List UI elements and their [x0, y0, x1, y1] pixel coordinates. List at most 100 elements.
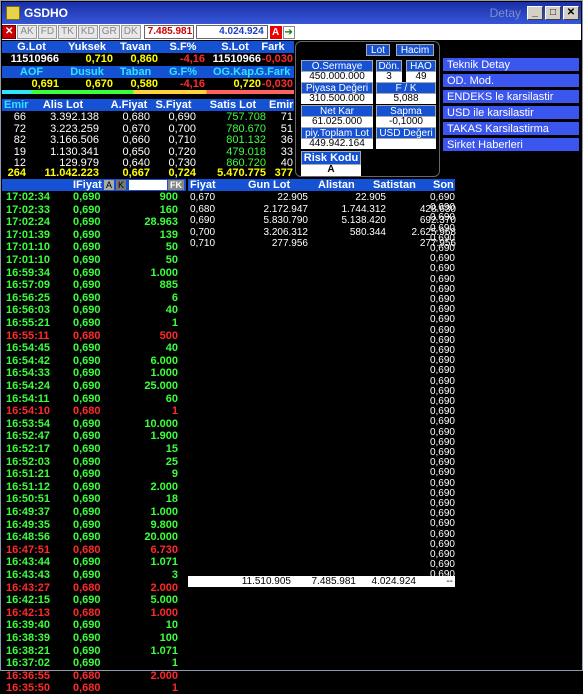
trade-row[interactable]: 16:54:24 0,690 25.000	[6, 381, 186, 392]
trade-row[interactable]: 16:38:21 0,690 1.071	[6, 645, 186, 657]
depth-col-2[interactable]: A.Fiyat	[108, 99, 150, 111]
depth-cell: 801.132	[226, 134, 266, 146]
trade-time: 17:01:39	[6, 228, 51, 241]
trade-row[interactable]: 16:42:13 0,680 1.000	[6, 606, 186, 619]
sort-k-button[interactable]: K	[116, 180, 126, 190]
trade-row[interactable]: 16:55:21 0,690 1	[6, 318, 186, 329]
trade-row[interactable]: 16:50:51 0,690 18	[6, 494, 186, 505]
trade-row[interactable]: 16:35:50 0,680 1	[6, 683, 186, 694]
close-icon[interactable]: ✕	[2, 25, 17, 39]
trade-row[interactable]: 16:54:33 0,690 1.000	[6, 368, 186, 379]
dist-col-gunlot[interactable]: Gun Lot	[248, 179, 290, 191]
title-bar[interactable]: GSDHO Detay _ □ ✕	[2, 2, 581, 24]
trade-row[interactable]: 16:54:11 0,690 60	[6, 392, 186, 405]
arrow-right-icon[interactable]: ➔	[282, 25, 295, 39]
trade-time: 16:42:13	[6, 606, 51, 619]
dist-row[interactable]: 0,700 3.206.312 580.344 2.625.968	[188, 227, 456, 238]
trade-row[interactable]: 17:01:39 0,690 139	[6, 228, 186, 241]
dist-cell: 0,680	[190, 203, 216, 215]
trade-row[interactable]: 16:49:35 0,690 9.800	[6, 519, 186, 531]
trade-lot: 60	[165, 392, 178, 405]
dist-row[interactable]: 0,680 2.172.947 1.744.312 428.630	[188, 203, 456, 215]
trade-row[interactable]: 16:38:39 0,690 100	[6, 633, 186, 644]
trade-row[interactable]: 16:36:55 0,680 2.000	[6, 670, 186, 682]
trade-row[interactable]: 17:02:33 0,690 160	[6, 204, 186, 216]
trade-row[interactable]: 16:52:17 0,690 15	[6, 444, 186, 455]
dist-row[interactable]: 0,690 5.830.790 5.138.420 692.370	[188, 215, 456, 226]
minimize-button[interactable]: _	[527, 6, 543, 20]
trade-row[interactable]: 16:54:42 0,690 6.000	[6, 355, 186, 367]
trade-row[interactable]: 16:42:15 0,690 5.000	[6, 595, 186, 606]
trades-filter-input[interactable]	[129, 180, 167, 190]
side-menu-item[interactable]: ENDEKS le karsilastir	[443, 90, 579, 104]
dist-col-son[interactable]: Son	[433, 179, 454, 191]
trade-row[interactable]: 16:51:21 0,690 9	[6, 469, 186, 480]
trade-row[interactable]: 16:49:37 0,690 1.000	[6, 507, 186, 518]
trade-row[interactable]: 16:55:11 0,680 500	[6, 329, 186, 342]
trade-row[interactable]: 16:43:44 0,690 1.071	[6, 557, 186, 568]
depth-col-0[interactable]: Emir	[4, 99, 28, 111]
tb-gr[interactable]: GR	[98, 25, 120, 39]
depth-col-1[interactable]: Alis Lot	[27, 99, 99, 111]
dist-col-fiyat[interactable]: Fiyat	[190, 179, 216, 191]
trade-row[interactable]: 16:47:51 0,680 6.730	[6, 544, 186, 556]
close-button[interactable]: ✕	[563, 6, 579, 20]
trade-row[interactable]: 16:56:03 0,690 40	[6, 305, 186, 316]
trade-row[interactable]: 16:52:47 0,690 1.900	[6, 431, 186, 442]
trade-row[interactable]: 16:54:10 0,680 1	[6, 406, 186, 417]
tb-tk[interactable]: TK	[58, 25, 77, 39]
depth-cell: 0,720	[168, 145, 196, 158]
depth-cell: 19	[13, 145, 26, 158]
trade-price: 0,680	[73, 329, 101, 342]
trade-time: 16:52:17	[6, 443, 51, 455]
trade-row[interactable]: 16:54:45 0,690 40	[6, 343, 186, 354]
trade-row[interactable]: 17:01:10 0,690 50	[6, 255, 186, 266]
trade-lot: 25.000	[144, 380, 178, 392]
trade-row[interactable]: 16:51:12 0,690 2.000	[6, 481, 186, 493]
trade-time: 16:54:10	[6, 405, 51, 418]
hacim-button[interactable]: Hacim	[396, 44, 434, 56]
trade-row[interactable]: 16:43:27 0,680 2.000	[6, 581, 186, 594]
trade-row[interactable]: 17:02:34 0,690 900	[6, 192, 186, 203]
side-menu-item[interactable]: Teknik Detay	[443, 58, 579, 72]
side-menu-item[interactable]: TAKAS Karsilastirma	[443, 122, 579, 136]
side-menu-item[interactable]: Sirket Haberleri	[443, 138, 579, 152]
trade-price: 0,680	[73, 581, 101, 594]
app-icon	[6, 6, 20, 20]
trade-row[interactable]: 17:02:24 0,690 28.963	[6, 217, 186, 228]
lot-button[interactable]: Lot	[366, 44, 390, 56]
depth-col-4[interactable]: Satis Lot	[200, 99, 266, 111]
a-button[interactable]: A	[269, 25, 282, 39]
tb-fd[interactable]: FD	[37, 25, 58, 39]
dist-col-alistan[interactable]: Alistan	[318, 179, 355, 191]
maximize-button[interactable]: □	[545, 6, 561, 20]
trade-row[interactable]: 16:53:54 0,690 10.000	[6, 418, 186, 430]
tb-dk[interactable]: DK	[120, 25, 141, 39]
trades-col-fiyat[interactable]: IFiyat	[73, 179, 102, 191]
trade-row[interactable]: 16:59:34 0,690 1.000	[6, 266, 186, 279]
trade-time: 16:59:34	[6, 266, 51, 279]
don-value: 3	[376, 72, 402, 82]
side-menu-item[interactable]: USD ile karsilastir	[443, 106, 579, 120]
trade-row[interactable]: 16:37:02 0,690 1	[6, 658, 186, 669]
risk-kodu-label: Risk Kodu	[301, 151, 361, 165]
fk-button[interactable]: FK	[168, 180, 184, 190]
trade-row[interactable]: 16:56:25 0,690 6	[6, 292, 186, 304]
trade-row[interactable]: 16:52:03 0,690 25	[6, 456, 186, 468]
depth-col-5[interactable]: Emir	[269, 99, 293, 111]
side-menu-item[interactable]: OD. Mod.	[443, 74, 579, 88]
trade-row[interactable]: 16:43:43 0,690 3	[6, 570, 186, 581]
trade-lot: 1	[171, 657, 178, 670]
usd-degeri-button[interactable]: USD Değeri	[376, 127, 436, 139]
trade-row[interactable]: 16:39:40 0,690 10	[6, 620, 186, 631]
trade-row[interactable]: 16:48:56 0,690 20.000	[6, 532, 186, 543]
dist-row[interactable]: 0,710 277.956 277.956	[188, 238, 456, 249]
tb-kd[interactable]: KD	[77, 25, 98, 39]
trade-row[interactable]: 16:57:09 0,690 885	[6, 280, 186, 291]
dist-row[interactable]: 0,670 22.905 22.905	[188, 192, 455, 203]
dist-col-satistan[interactable]: Satistan	[373, 179, 416, 191]
sort-a-button[interactable]: A	[104, 180, 114, 190]
tb-ak[interactable]: AK	[17, 25, 37, 39]
depth-col-3[interactable]: S.Fiyat	[151, 99, 196, 111]
trade-row[interactable]: 17:01:10 0,690 50	[6, 242, 186, 253]
